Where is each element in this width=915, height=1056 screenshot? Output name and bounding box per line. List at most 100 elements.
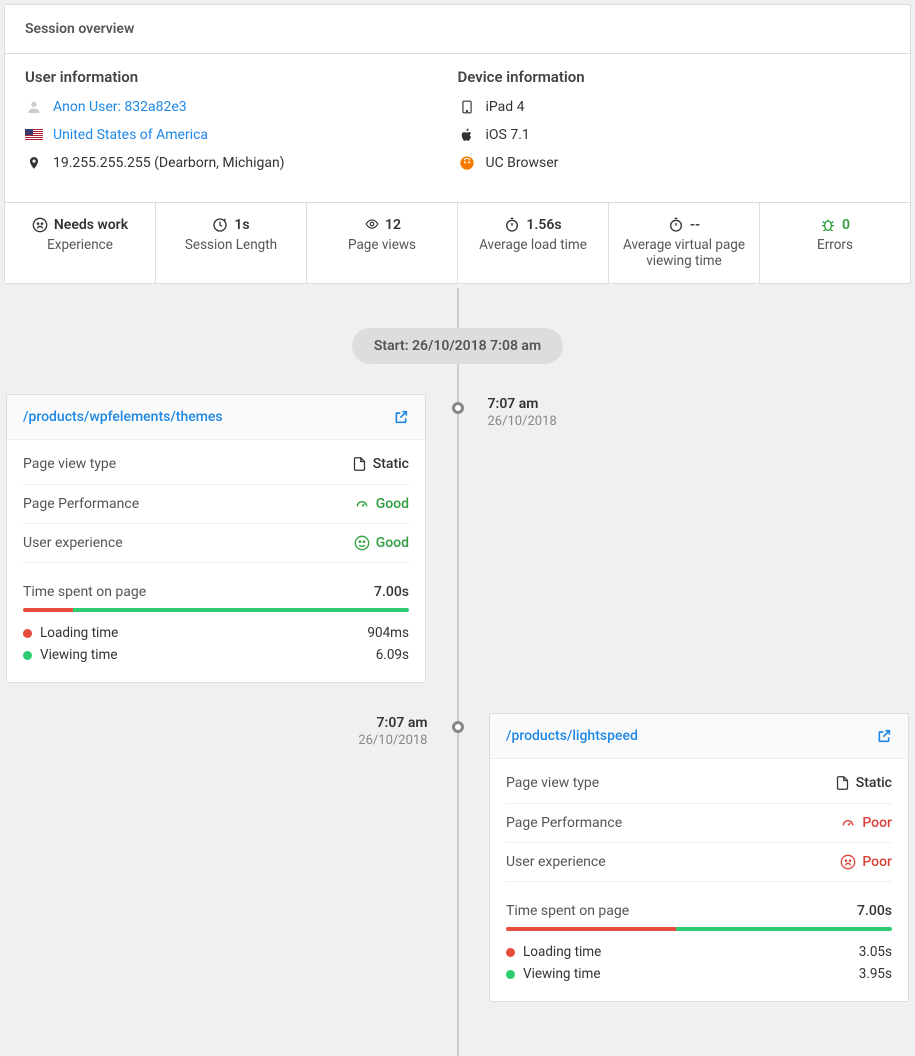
device-info-title: Device information xyxy=(458,68,891,86)
timeline-timestamp: 7:07 am 26/10/2018 xyxy=(358,715,427,748)
legend-value: 6.09s xyxy=(376,647,409,663)
metric-label: User experience xyxy=(506,854,606,870)
stat-page-views-value: 12 xyxy=(385,217,401,233)
location-pin-icon xyxy=(25,154,43,172)
gauge-icon xyxy=(354,497,370,511)
timeline-entry: 7:07 am 26/10/2018/products/wpfelements/t… xyxy=(0,394,915,683)
frown-icon xyxy=(32,217,48,233)
external-link-icon[interactable] xyxy=(876,728,892,744)
page-icon xyxy=(352,455,367,473)
external-link-icon[interactable] xyxy=(393,409,409,425)
stat-experience-value: Needs work xyxy=(54,217,128,233)
stat-errors-label: Errors xyxy=(766,237,904,253)
time-legend: Loading time 904ms Viewing time 6.09s xyxy=(23,622,409,666)
metric-time-spent: Time spent on page7.00s xyxy=(23,573,409,606)
metric-label: Page view type xyxy=(23,456,116,472)
legend-label: Viewing time xyxy=(40,647,118,663)
dot-icon xyxy=(23,629,32,638)
timeline-time: 7:07 am xyxy=(358,715,427,731)
stat-session-length-label: Session Length xyxy=(162,237,300,253)
stopwatch-icon xyxy=(504,217,520,233)
metric-time-spent: Time spent on page7.00s xyxy=(506,892,892,925)
time-bar xyxy=(23,608,409,612)
user-info-title: User information xyxy=(25,68,458,86)
metric-experience: User experience Poor xyxy=(506,843,892,882)
legend-loading: Loading time 3.05s xyxy=(506,941,892,963)
metric-experience: User experienceGood xyxy=(23,524,409,563)
stat-experience-label: Experience xyxy=(11,237,149,253)
stat-errors: 0 Errors xyxy=(760,203,910,283)
metric-value: Poor xyxy=(840,854,892,870)
time-legend: Loading time 3.05s Viewing time 3.95s xyxy=(506,941,892,985)
bug-icon xyxy=(820,217,836,233)
timeline-node-icon xyxy=(452,402,464,414)
legend-viewing: Viewing time 6.09s xyxy=(23,644,409,666)
metric-performance: Page Performance Poor xyxy=(506,804,892,843)
browser-row: UC Browser xyxy=(458,154,891,172)
device-info-col: Device information iPad 4 iOS 7.1 UC Bro… xyxy=(458,68,891,182)
user-country-link[interactable]: United States of America xyxy=(53,127,208,143)
metric-performance: Page PerformanceGood xyxy=(23,485,409,524)
load-bar-segment xyxy=(506,927,676,931)
legend-value: 904ms xyxy=(367,625,409,641)
user-ip-row: 19.255.255.255 (Dearborn, Michigan) xyxy=(25,154,458,172)
legend-value: 3.05s xyxy=(859,944,892,960)
card-header: /products/wpfelements/themes xyxy=(7,395,425,440)
legend-loading: Loading time 904ms xyxy=(23,622,409,644)
stat-avg-load: 1.56s Average load time xyxy=(458,203,609,283)
face-icon xyxy=(840,854,856,870)
metric-value: Static xyxy=(352,455,409,473)
legend-label: Loading time xyxy=(523,944,601,960)
user-info-col: User information Anon User: 832a82e3 Uni… xyxy=(25,68,458,182)
view-bar-segment xyxy=(73,608,409,612)
user-ip-text: 19.255.255.255 (Dearborn, Michigan) xyxy=(53,155,285,171)
stat-avg-virtual-label: Average virtual page viewing time xyxy=(615,237,753,269)
legend-viewing: Viewing time 3.95s xyxy=(506,963,892,985)
stats-row: Needs work Experience 1s Session Length … xyxy=(5,202,910,283)
page-url-link[interactable]: /products/lightspeed xyxy=(506,728,638,744)
dot-icon xyxy=(506,970,515,979)
metric-label: Time spent on page xyxy=(506,903,629,919)
clock-icon xyxy=(212,217,228,233)
metric-value: Good xyxy=(354,496,409,512)
browser-name: UC Browser xyxy=(486,155,559,171)
time-bar xyxy=(506,927,892,931)
stat-session-length: 1s Session Length xyxy=(156,203,307,283)
face-icon xyxy=(354,535,370,551)
us-flag-icon xyxy=(25,126,43,144)
metric-label: Page view type xyxy=(506,775,599,791)
timeline-date: 26/10/2018 xyxy=(358,733,427,748)
view-bar-segment xyxy=(676,927,892,931)
legend-label: Viewing time xyxy=(523,966,601,982)
apple-icon xyxy=(458,126,476,144)
metric-label: Page Performance xyxy=(506,815,622,831)
page-url-link[interactable]: /products/wpfelements/themes xyxy=(23,409,223,425)
gauge-icon xyxy=(840,816,856,830)
page-icon xyxy=(835,774,850,792)
user-country-row: United States of America xyxy=(25,126,458,144)
timeline-card: /products/lightspeed Page view typeStatic… xyxy=(489,713,909,1002)
eye-icon xyxy=(363,217,379,233)
legend-label: Loading time xyxy=(40,625,118,641)
metric-label: Time spent on page xyxy=(23,584,146,600)
metric-label: User experience xyxy=(23,535,123,551)
os-row: iOS 7.1 xyxy=(458,126,891,144)
timeline-entry: 7:07 am 26/10/2018/products/lightspeed Pag… xyxy=(0,713,915,1002)
stat-avg-virtual-value: -- xyxy=(690,217,700,233)
metric-page-view-type: Page view typeStatic xyxy=(506,763,892,804)
device-row: iPad 4 xyxy=(458,98,891,116)
metric-page-view-type: Page view type Static xyxy=(23,444,409,485)
timeline-date: 26/10/2018 xyxy=(488,414,557,429)
legend-value: 3.95s xyxy=(859,966,892,982)
uc-browser-icon xyxy=(458,154,476,172)
dot-icon xyxy=(506,948,515,957)
session-overview-panel: Session overview User information Anon U… xyxy=(4,4,911,284)
stat-errors-value: 0 xyxy=(842,217,850,233)
os-name: iOS 7.1 xyxy=(486,127,530,143)
device-name: iPad 4 xyxy=(486,99,525,115)
timeline-time: 7:07 am xyxy=(488,396,557,412)
stopwatch-icon xyxy=(668,217,684,233)
metric-value: Poor xyxy=(840,815,892,831)
user-name-link[interactable]: Anon User: 832a82e3 xyxy=(53,99,187,115)
info-section: User information Anon User: 832a82e3 Uni… xyxy=(5,54,910,202)
